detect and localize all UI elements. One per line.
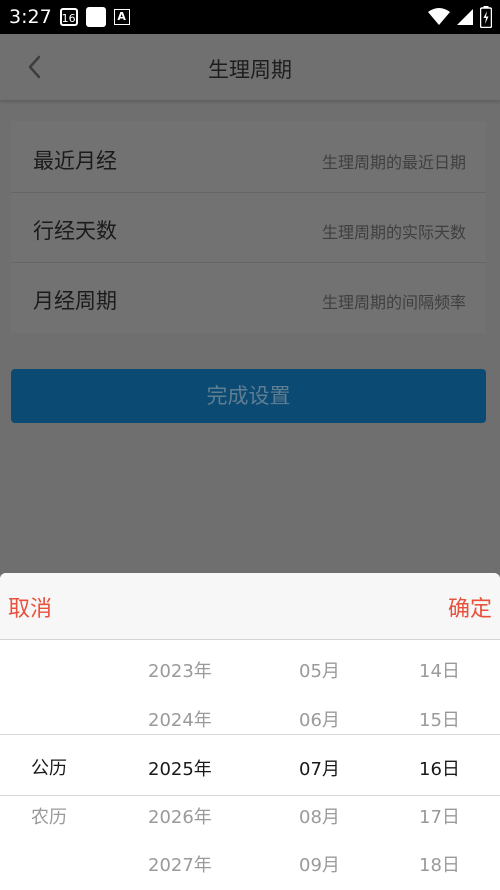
- month-option[interactable]: 05月: [299, 657, 340, 683]
- selection-line-bottom: [0, 795, 500, 796]
- last-period-label: 最近月经: [33, 149, 117, 173]
- signal-icon: [457, 9, 473, 25]
- month-option-selected[interactable]: 07月: [299, 755, 340, 781]
- battery-icon: [480, 6, 492, 28]
- period-days-row[interactable]: 行经天数 生理周期的实际天数: [11, 193, 486, 263]
- complete-settings-button[interactable]: 完成设置: [11, 369, 486, 423]
- period-days-hint: 生理周期的实际天数: [321, 223, 466, 242]
- status-indicators: [428, 6, 492, 28]
- last-period-row[interactable]: 最近月经 生理周期的最近日期: [11, 123, 486, 193]
- day-option[interactable]: 14日: [419, 657, 460, 683]
- month-option[interactable]: 08月: [299, 803, 340, 829]
- year-option[interactable]: 2026年: [148, 803, 212, 829]
- page-title: 生理周期: [208, 58, 292, 82]
- selection-line-top: [0, 734, 500, 735]
- day-option[interactable]: 15日: [419, 706, 460, 732]
- picker-toolbar: 取消 确定: [0, 573, 500, 640]
- calendar-notification-icon: 16: [59, 8, 78, 26]
- month-option[interactable]: 06月: [299, 706, 340, 732]
- app-bar: 生理周期: [0, 34, 500, 100]
- day-option[interactable]: 18日: [419, 851, 460, 877]
- app-notification-icon: [85, 7, 106, 27]
- confirm-button[interactable]: 确定: [448, 591, 492, 623]
- day-option[interactable]: 17日: [419, 803, 460, 829]
- year-option[interactable]: 2023年: [148, 657, 212, 683]
- year-option-selected[interactable]: 2025年: [148, 755, 212, 781]
- period-days-label: 行经天数: [33, 219, 117, 243]
- date-picker-wheels[interactable]: 公历 农历 2023年 2024年 2025年 2026年 2027年 05月 …: [0, 640, 500, 890]
- month-option[interactable]: 09月: [299, 851, 340, 877]
- status-bar: 3:27 16 A: [0, 0, 500, 34]
- day-option-selected[interactable]: 16日: [419, 755, 460, 781]
- cycle-length-label: 月经周期: [33, 289, 117, 313]
- cancel-button[interactable]: 取消: [8, 591, 52, 623]
- year-option[interactable]: 2027年: [148, 851, 212, 877]
- wifi-icon: [428, 8, 450, 25]
- year-option[interactable]: 2024年: [148, 706, 212, 732]
- calendar-type-option[interactable]: 公历: [31, 754, 67, 780]
- status-time: 3:27: [9, 6, 52, 28]
- calendar-type-option[interactable]: 农历: [31, 803, 67, 829]
- date-picker-sheet: 取消 确定 公历 农历 2023年 2024年 2025年 2026年 2027…: [0, 573, 500, 890]
- cycle-length-hint: 生理周期的间隔频率: [321, 293, 466, 312]
- cycle-settings-card: 最近月经 生理周期的最近日期 行经天数 生理周期的实际天数 月经周期 生理周期的…: [11, 121, 486, 333]
- font-notification-icon: A: [113, 9, 130, 25]
- last-period-hint: 生理周期的最近日期: [321, 153, 466, 172]
- cycle-length-row[interactable]: 月经周期 生理周期的间隔频率: [11, 263, 486, 333]
